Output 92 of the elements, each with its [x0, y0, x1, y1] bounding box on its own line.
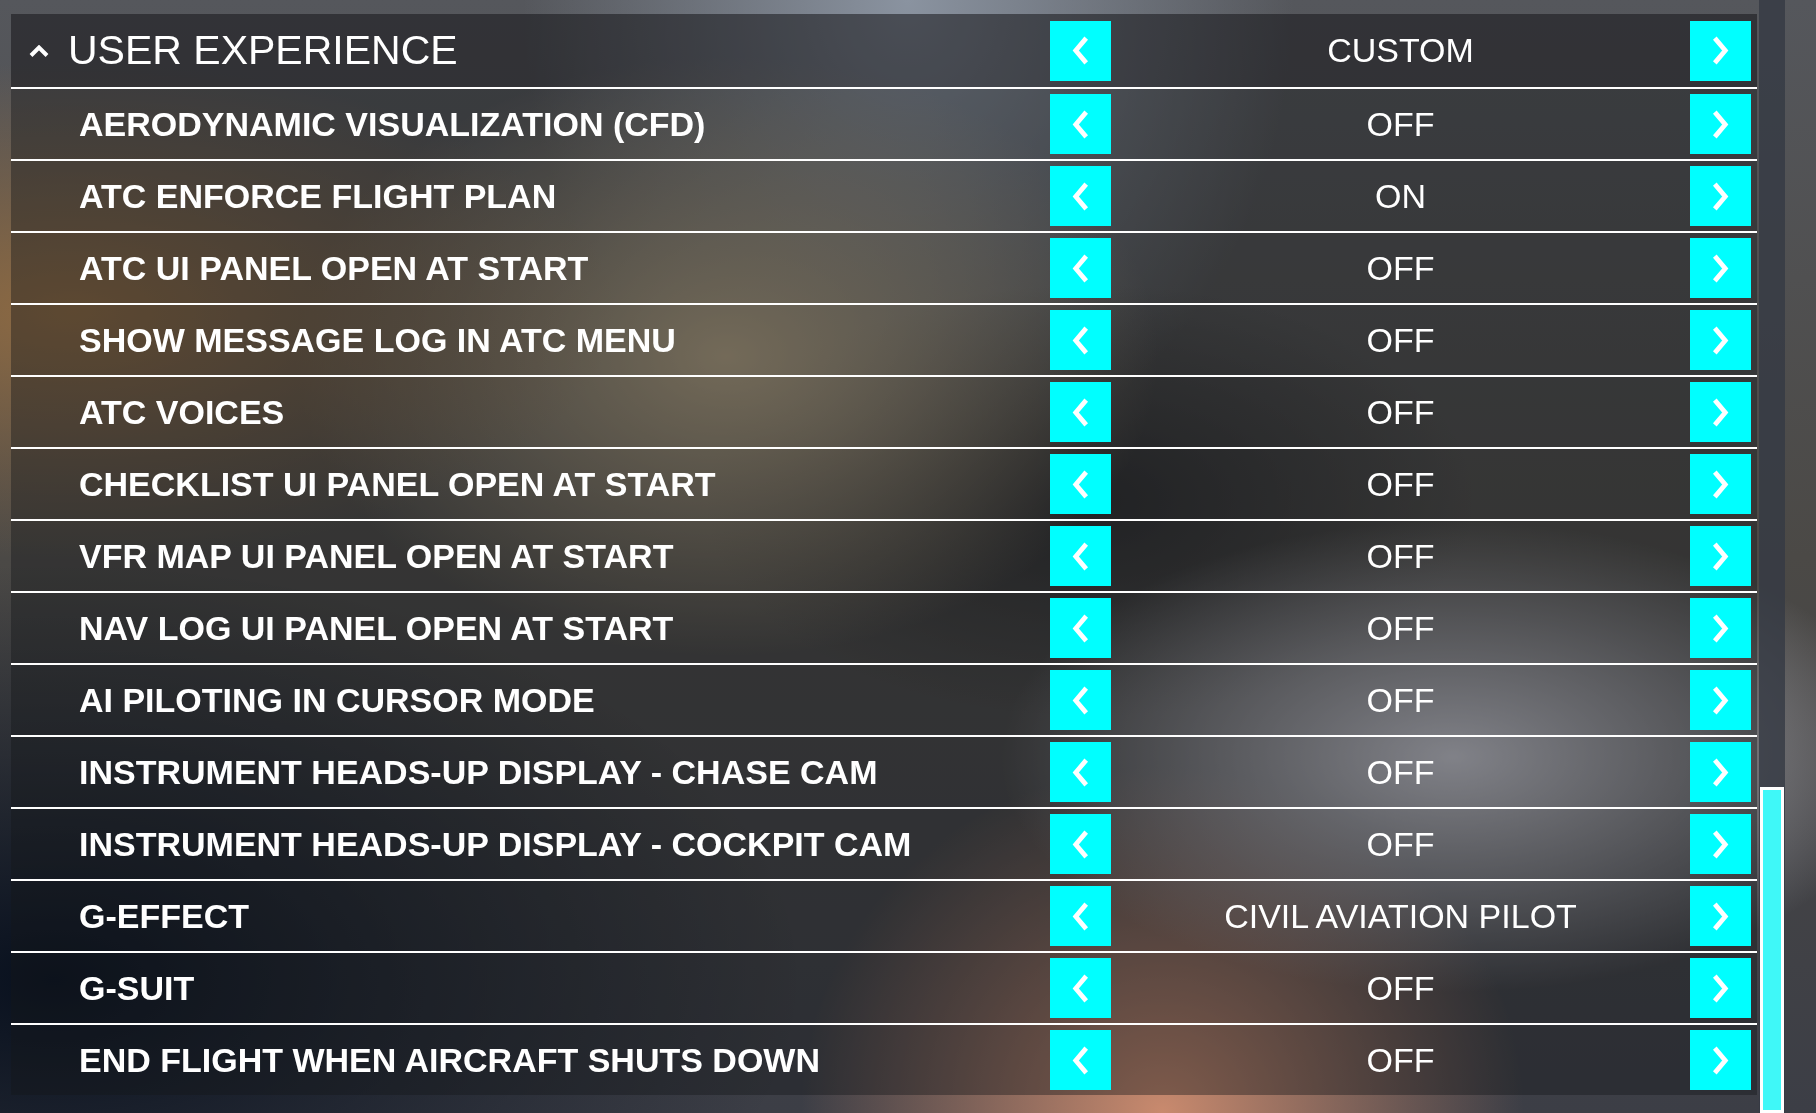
setting-value: OFF — [1366, 823, 1435, 865]
next-button[interactable] — [1690, 1030, 1751, 1090]
setting-label: ATC VOICES — [79, 391, 285, 433]
setting-label: NAV LOG UI PANEL OPEN AT START — [79, 607, 674, 649]
next-button[interactable] — [1690, 958, 1751, 1018]
setting-value: OFF — [1366, 535, 1435, 577]
setting-label: G-EFFECT — [79, 895, 249, 937]
chevron-left-icon — [1071, 685, 1090, 715]
setting-label: ATC ENFORCE FLIGHT PLAN — [79, 175, 557, 217]
chevron-left-icon — [1071, 109, 1090, 139]
chevron-left-icon — [1071, 253, 1090, 283]
next-button[interactable] — [1690, 742, 1751, 802]
setting-label: INSTRUMENT HEADS-UP DISPLAY - CHASE CAM — [79, 751, 878, 793]
setting-value: OFF — [1366, 1039, 1435, 1081]
previous-button[interactable] — [1050, 742, 1111, 802]
previous-button[interactable] — [1050, 454, 1111, 514]
setting-value: OFF — [1366, 463, 1435, 505]
setting-label: END FLIGHT WHEN AIRCRAFT SHUTS DOWN — [79, 1039, 820, 1081]
chevron-right-icon — [1711, 36, 1730, 65]
section-toggle[interactable]: USER EXPERIENCE — [29, 30, 458, 71]
next-button[interactable] — [1690, 238, 1751, 298]
setting-value: ON — [1375, 175, 1426, 217]
previous-button[interactable] — [1050, 598, 1111, 658]
chevron-right-icon — [1711, 469, 1730, 499]
next-button[interactable] — [1690, 166, 1751, 226]
setting-label: INSTRUMENT HEADS-UP DISPLAY - COCKPIT CAM — [79, 823, 912, 865]
previous-button[interactable] — [1050, 310, 1111, 370]
chevron-right-icon — [1711, 397, 1730, 427]
next-button[interactable] — [1690, 598, 1751, 658]
chevron-left-icon — [1071, 36, 1090, 65]
chevron-right-icon — [1711, 685, 1730, 715]
setting-value: OFF — [1366, 751, 1435, 793]
setting-value: OFF — [1366, 391, 1435, 433]
setting-value: OFF — [1366, 247, 1435, 289]
chevron-right-icon — [1711, 757, 1730, 787]
setting-label: CHECKLIST UI PANEL OPEN AT START — [79, 463, 716, 505]
chevron-left-icon — [1071, 541, 1090, 571]
setting-label: AI PILOTING IN CURSOR MODE — [79, 679, 595, 721]
chevron-right-icon — [1711, 901, 1730, 931]
previous-button[interactable] — [1050, 814, 1111, 874]
chevron-right-icon — [1711, 541, 1730, 571]
chevron-left-icon — [1071, 613, 1090, 643]
chevron-left-icon — [1071, 973, 1090, 1003]
chevron-left-icon — [1071, 181, 1090, 211]
setting-value: OFF — [1366, 679, 1435, 721]
setting-label: G-SUIT — [79, 967, 195, 1009]
next-button[interactable] — [1690, 670, 1751, 730]
setting-value: OFF — [1366, 607, 1435, 649]
setting-value: OFF — [1366, 319, 1435, 361]
next-button[interactable] — [1690, 94, 1751, 154]
chevron-left-icon — [1071, 1045, 1090, 1075]
setting-value: CUSTOM — [1327, 30, 1474, 71]
setting-label: ATC UI PANEL OPEN AT START — [79, 247, 589, 289]
setting-label: VFR MAP UI PANEL OPEN AT START — [79, 535, 674, 577]
setting-value: CIVIL AVIATION PILOT — [1224, 895, 1577, 937]
setting-label: SHOW MESSAGE LOG IN ATC MENU — [79, 319, 676, 361]
previous-button[interactable] — [1050, 382, 1111, 442]
previous-button[interactable] — [1050, 670, 1111, 730]
chevron-right-icon — [1711, 613, 1730, 643]
chevron-left-icon — [1071, 325, 1090, 355]
chevron-right-icon — [1711, 829, 1730, 859]
next-button[interactable] — [1690, 382, 1751, 442]
previous-button[interactable] — [1050, 526, 1111, 586]
chevron-right-icon — [1711, 253, 1730, 283]
next-button[interactable] — [1690, 310, 1751, 370]
setting-value: OFF — [1366, 967, 1435, 1009]
previous-button[interactable] — [1050, 20, 1111, 81]
chevron-right-icon — [1711, 973, 1730, 1003]
next-button[interactable] — [1690, 526, 1751, 586]
next-button[interactable] — [1690, 454, 1751, 514]
chevron-left-icon — [1071, 469, 1090, 499]
scrollbar-thumb[interactable] — [1760, 787, 1784, 1113]
setting-label: AERODYNAMIC VISUALIZATION (CFD) — [79, 103, 706, 145]
previous-button[interactable] — [1050, 958, 1111, 1018]
chevron-left-icon — [1071, 901, 1090, 931]
next-button[interactable] — [1690, 814, 1751, 874]
previous-button[interactable] — [1050, 238, 1111, 298]
chevron-left-icon — [1071, 397, 1090, 427]
next-button[interactable] — [1690, 20, 1751, 81]
chevron-left-icon — [1071, 829, 1090, 859]
previous-button[interactable] — [1050, 166, 1111, 226]
setting-value: OFF — [1366, 103, 1435, 145]
chevron-right-icon — [1711, 1045, 1730, 1075]
scrollbar-track[interactable] — [1759, 0, 1785, 1113]
next-button[interactable] — [1690, 886, 1751, 946]
chevron-right-icon — [1711, 325, 1730, 355]
chevron-right-icon — [1711, 109, 1730, 139]
chevron-left-icon — [1071, 757, 1090, 787]
previous-button[interactable] — [1050, 94, 1111, 154]
previous-button[interactable] — [1050, 1030, 1111, 1090]
previous-button[interactable] — [1050, 886, 1111, 946]
chevron-right-icon — [1711, 181, 1730, 211]
